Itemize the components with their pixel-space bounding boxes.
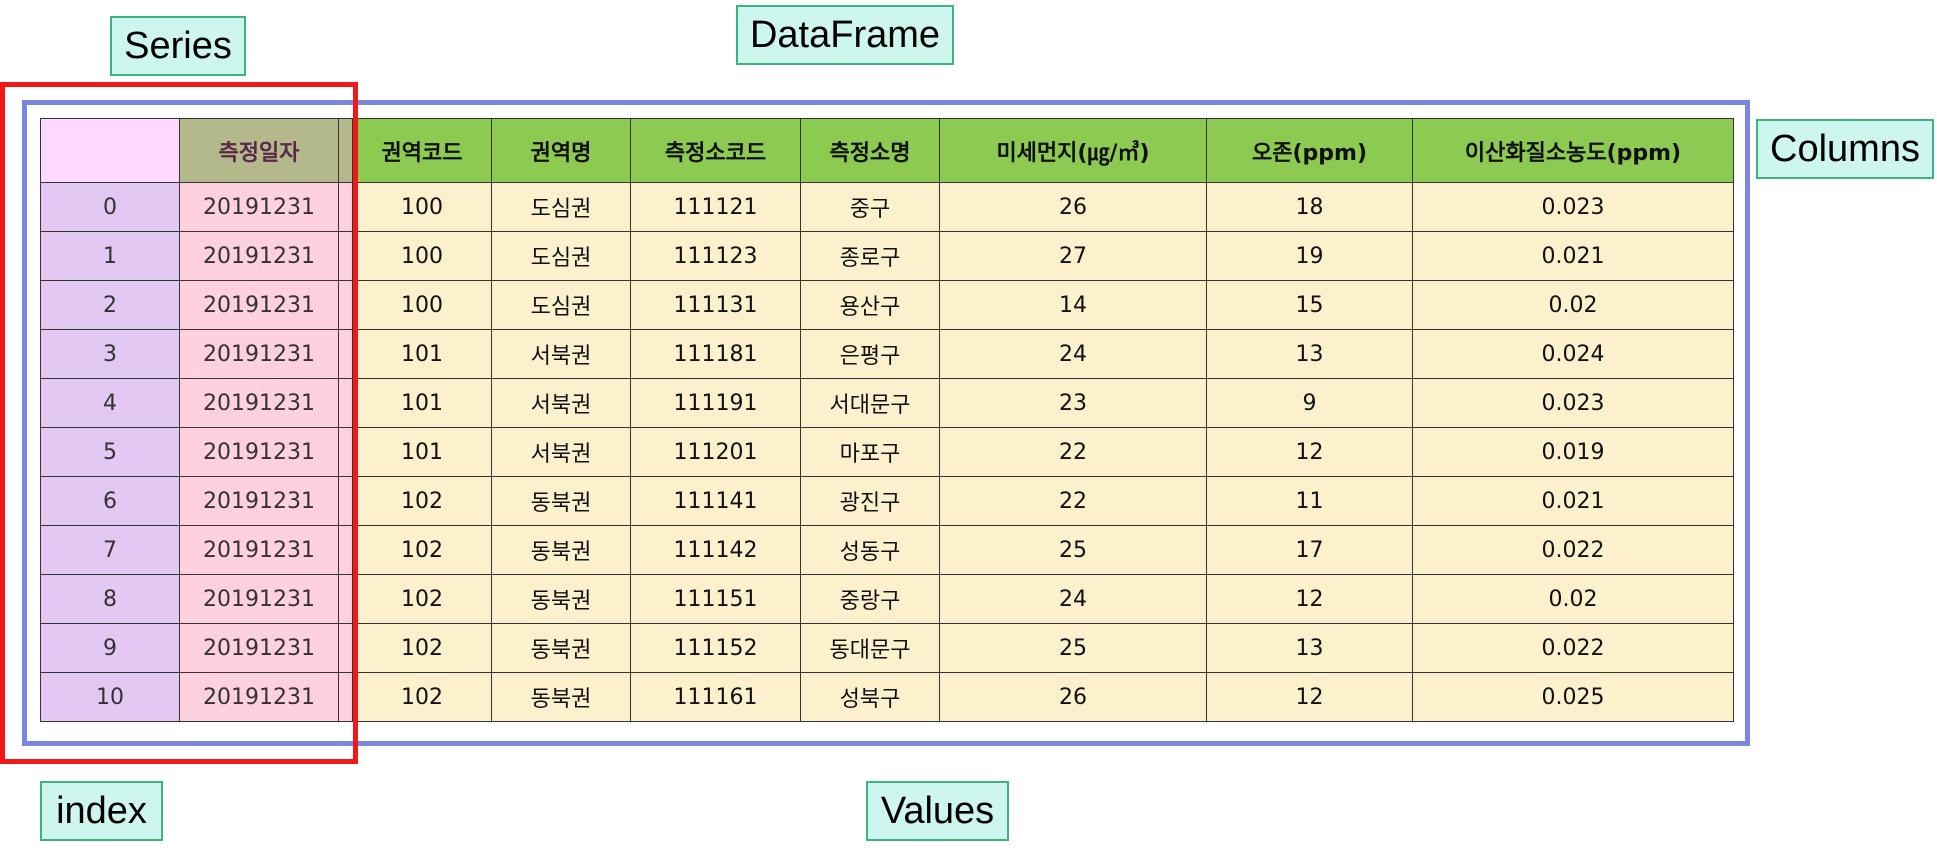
value-cell: 0.023 [1412, 378, 1734, 428]
value-cell: 0.02 [1412, 280, 1734, 330]
value-cell: 12 [1206, 574, 1413, 624]
column-header: 권역명 [491, 118, 631, 183]
index-label: index [40, 781, 163, 841]
value-cell: 성동구 [800, 525, 940, 575]
value-cell: 111142 [630, 525, 801, 575]
value-cell: 25 [939, 623, 1207, 673]
value-cell: 24 [939, 329, 1207, 379]
value-cell: 동북권 [491, 525, 631, 575]
value-cell: 18 [1206, 182, 1413, 232]
value-cell: 은평구 [800, 329, 940, 379]
value-cell: 광진구 [800, 476, 940, 526]
value-cell: 100 [352, 182, 492, 232]
value-cell: 마포구 [800, 427, 940, 477]
value-cell: 102 [352, 574, 492, 624]
value-cell: 동북권 [491, 574, 631, 624]
value-cell: 0.022 [1412, 525, 1734, 575]
value-cell: 101 [352, 329, 492, 379]
value-cell: 111151 [630, 574, 801, 624]
value-cell: 9 [1206, 378, 1413, 428]
value-cell: 0.021 [1412, 231, 1734, 281]
value-cell: 25 [939, 525, 1207, 575]
value-cell: 13 [1206, 623, 1413, 673]
value-cell: 0.019 [1412, 427, 1734, 477]
value-cell: 22 [939, 476, 1207, 526]
value-cell: 서북권 [491, 427, 631, 477]
value-cell: 13 [1206, 329, 1413, 379]
value-cell: 111131 [630, 280, 801, 330]
value-cell: 111123 [630, 231, 801, 281]
value-cell: 0.02 [1412, 574, 1734, 624]
value-cell: 0.023 [1412, 182, 1734, 232]
column-header: 오존(ppm) [1206, 118, 1413, 183]
value-cell: 성북구 [800, 672, 940, 722]
column-header: 이산화질소농도(ppm) [1412, 118, 1734, 183]
value-cell: 종로구 [800, 231, 940, 281]
value-cell: 111181 [630, 329, 801, 379]
dataframe-label: DataFrame [736, 5, 954, 65]
value-cell: 26 [939, 182, 1207, 232]
value-cell: 도심권 [491, 182, 631, 232]
value-cell: 111161 [630, 672, 801, 722]
value-cell: 26 [939, 672, 1207, 722]
series-outline [0, 82, 358, 764]
value-cell: 22 [939, 427, 1207, 477]
value-cell: 0.022 [1412, 623, 1734, 673]
value-cell: 111152 [630, 623, 801, 673]
value-cell: 15 [1206, 280, 1413, 330]
column-header: 미세먼지(㎍/㎥) [939, 118, 1207, 183]
value-cell: 서북권 [491, 329, 631, 379]
value-cell: 중구 [800, 182, 940, 232]
value-cell: 서대문구 [800, 378, 940, 428]
value-cell: 19 [1206, 231, 1413, 281]
value-cell: 12 [1206, 672, 1413, 722]
column-header: 측정소명 [800, 118, 940, 183]
value-cell: 서북권 [491, 378, 631, 428]
value-cell: 0.025 [1412, 672, 1734, 722]
series-label: Series [110, 16, 246, 76]
value-cell: 111121 [630, 182, 801, 232]
value-cell: 동북권 [491, 623, 631, 673]
value-cell: 동북권 [491, 476, 631, 526]
value-cell: 동대문구 [800, 623, 940, 673]
value-cell: 용산구 [800, 280, 940, 330]
columns-label: Columns [1756, 119, 1934, 179]
value-cell: 도심권 [491, 280, 631, 330]
value-cell: 102 [352, 623, 492, 673]
value-cell: 100 [352, 231, 492, 281]
value-cell: 0.021 [1412, 476, 1734, 526]
value-cell: 중랑구 [800, 574, 940, 624]
value-cell: 101 [352, 427, 492, 477]
value-cell: 24 [939, 574, 1207, 624]
value-cell: 111141 [630, 476, 801, 526]
value-cell: 102 [352, 476, 492, 526]
column-header: 측정소코드 [630, 118, 801, 183]
value-cell: 14 [939, 280, 1207, 330]
value-cell: 101 [352, 378, 492, 428]
value-cell: 11 [1206, 476, 1413, 526]
value-cell: 도심권 [491, 231, 631, 281]
value-cell: 동북권 [491, 672, 631, 722]
value-cell: 17 [1206, 525, 1413, 575]
value-cell: 27 [939, 231, 1207, 281]
value-cell: 23 [939, 378, 1207, 428]
value-cell: 111201 [630, 427, 801, 477]
value-cell: 100 [352, 280, 492, 330]
value-cell: 102 [352, 672, 492, 722]
value-cell: 102 [352, 525, 492, 575]
value-cell: 0.024 [1412, 329, 1734, 379]
values-label: Values [866, 781, 1009, 841]
value-cell: 111191 [630, 378, 801, 428]
column-header: 권역코드 [352, 118, 492, 183]
value-cell: 12 [1206, 427, 1413, 477]
